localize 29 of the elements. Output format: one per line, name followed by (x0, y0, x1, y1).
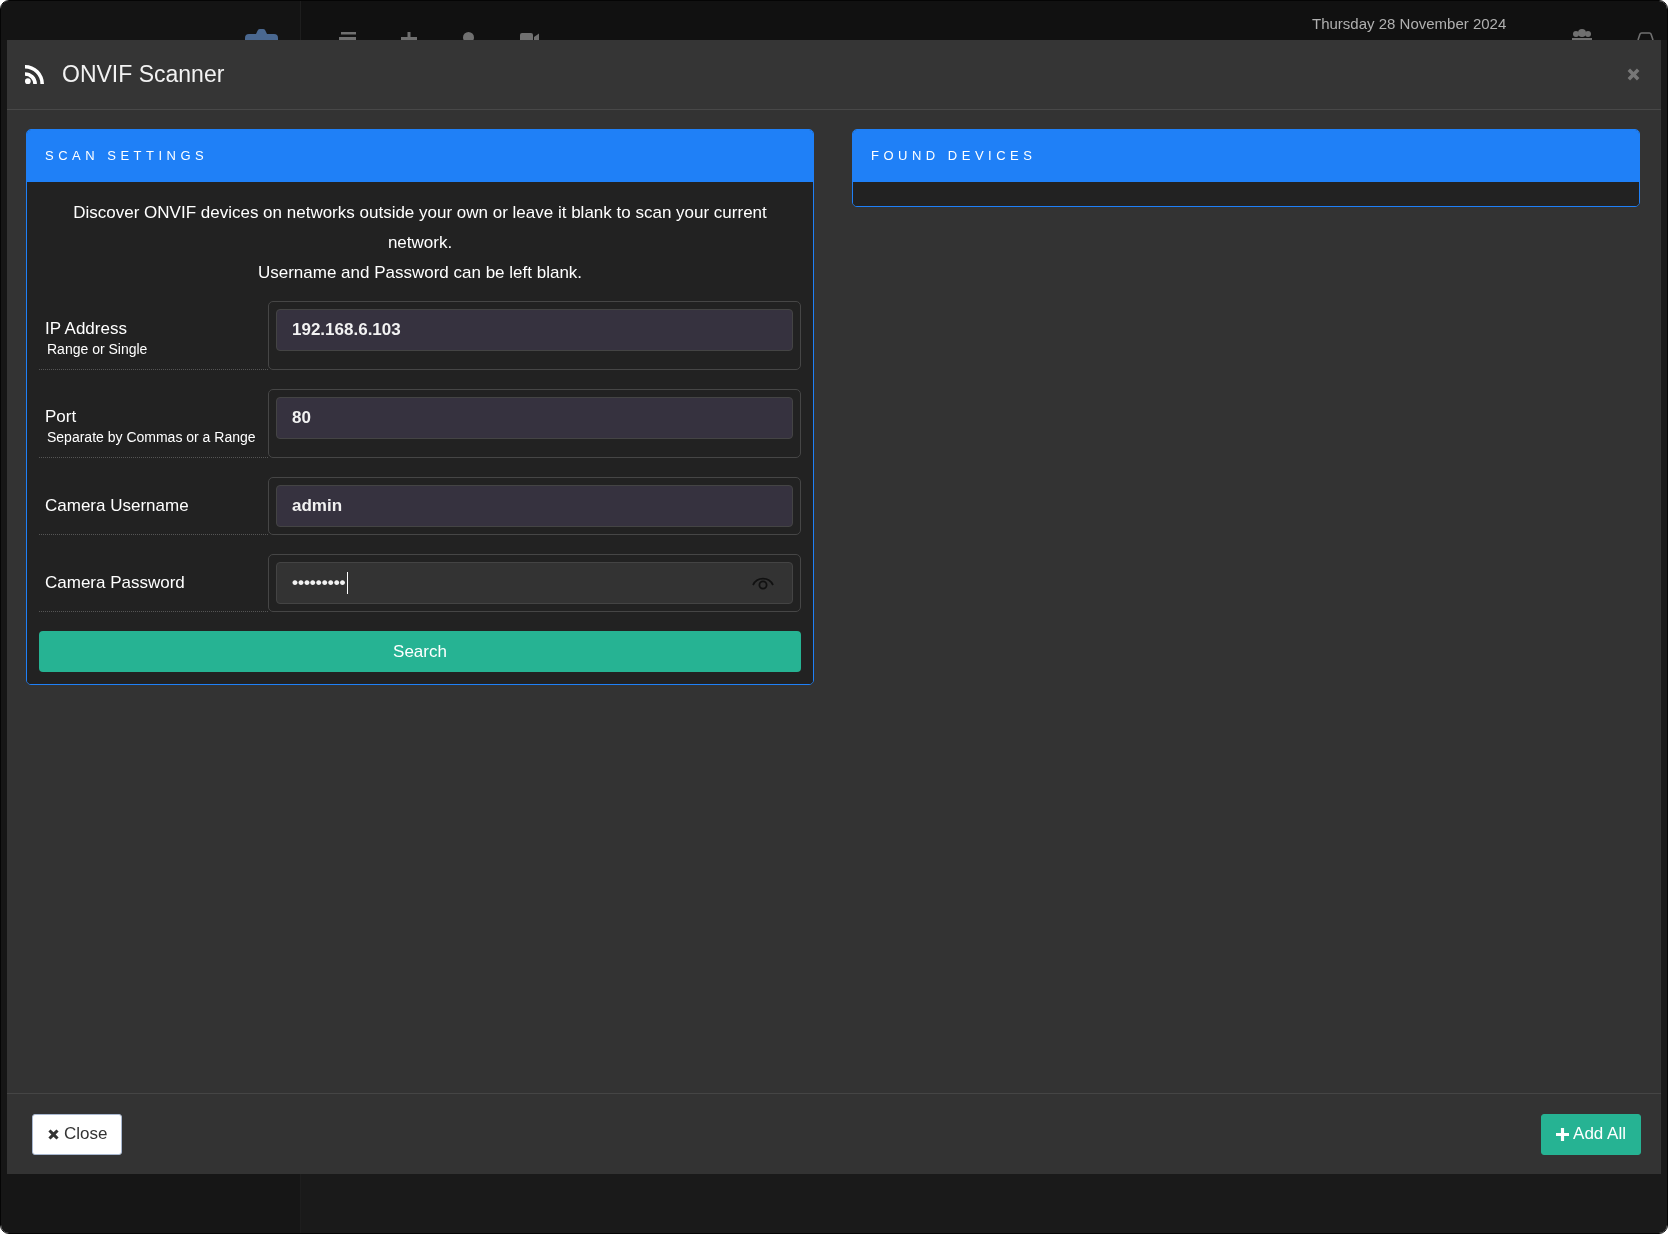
field-label: Camera Username (45, 495, 190, 516)
field-label: IP Address (45, 319, 128, 339)
bars-icon[interactable] (339, 32, 356, 40)
input-field[interactable]: 80 (276, 397, 793, 439)
users-icon[interactable] (1572, 29, 1592, 40)
rss-icon (25, 65, 44, 84)
plus-icon[interactable] (401, 32, 417, 40)
description-text: Discover ONVIF devices on networks outside your own or leave it blank to scan your current network. (72, 202, 768, 254)
dialog-title: ONVIF Scanner (62, 60, 225, 90)
panel-title: FOUND DEVICES (871, 147, 1037, 166)
panel-title: SCAN SETTINGS (45, 147, 209, 166)
text-cursor-icon (346, 572, 349, 594)
field-hint: Range or Single (47, 340, 149, 359)
field-label: Port (45, 407, 78, 427)
close-button[interactable]: Close (32, 1113, 123, 1155)
plus-icon (1556, 1127, 1570, 1141)
monitor-icon[interactable] (1637, 32, 1654, 40)
description-text: Username and Password can be left blank. (256, 262, 584, 284)
field-label: Camera Password (45, 572, 186, 593)
field-hint: Separate by Commas or a Range (47, 428, 257, 447)
input-field[interactable]: 192.168.6.103 (276, 309, 793, 351)
date-text: Thursday 28 November 2024 (1312, 15, 1507, 33)
person-icon[interactable] (463, 32, 474, 40)
input-field[interactable]: admin (276, 485, 793, 527)
close-icon (47, 1127, 60, 1141)
camera-icon[interactable] (245, 29, 278, 40)
password-field[interactable]: ••••••••• (276, 562, 793, 604)
video-camera-icon[interactable] (520, 33, 539, 40)
close-icon[interactable] (1626, 67, 1641, 82)
